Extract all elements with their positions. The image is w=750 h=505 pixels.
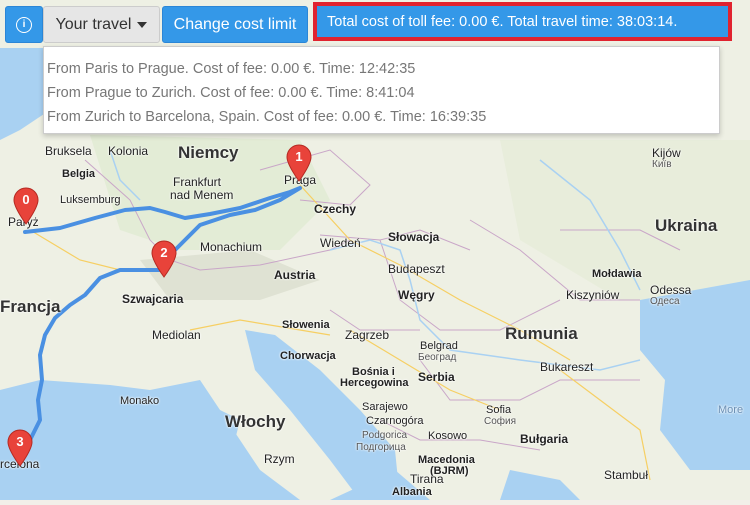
travel-leg-item[interactable]: From Prague to Zurich. Cost of fee: 0.00… (44, 81, 719, 105)
label-francja: Francja (0, 297, 61, 316)
label-kiszyniow: Kiszyniów (566, 288, 620, 302)
travel-leg-item[interactable]: From Paris to Prague. Cost of fee: 0.00 … (44, 57, 719, 81)
label-bukareszt: Bukareszt (540, 360, 594, 374)
label-moldawia: Mołdawia (592, 268, 642, 280)
info-button[interactable]: i (5, 6, 43, 43)
label-monachium: Monachium (200, 240, 263, 254)
caret-down-icon (137, 21, 148, 28)
label-sofia-cyr: София (484, 416, 517, 427)
label-kosowo: Kosowo (428, 430, 468, 442)
total-summary: Total cost of toll fee: 0.00 €. Total tr… (313, 2, 732, 41)
label-bruksela: Bruksela (45, 144, 92, 158)
label-monako: Monako (120, 395, 160, 407)
label-morze: More (718, 404, 744, 416)
label-kijow-cyr: Київ (652, 159, 672, 170)
marker-0[interactable]: 0 (13, 187, 39, 225)
label-bosnia-2: Hercegowina (340, 377, 409, 389)
change-cost-limit-label: Change cost limit (173, 15, 297, 33)
label-podgorica: Podgorica (362, 430, 408, 441)
label-frankfurt-1: Frankfurt (173, 175, 222, 189)
label-stambul: Stambuł (604, 468, 649, 482)
label-podgorica-cyr: Подгорица (356, 442, 406, 453)
label-szwajcaria: Szwajcaria (122, 292, 184, 306)
label-odessa: Odessa (650, 283, 692, 297)
your-travel-dropdown-button[interactable]: Your travel (43, 6, 160, 43)
label-czechy: Czechy (314, 202, 357, 216)
label-budapeszt: Budapeszt (388, 262, 445, 276)
label-slowenia: Słowenia (282, 319, 330, 331)
label-austria: Austria (274, 268, 316, 282)
label-odessa-cyr: Одеса (650, 296, 680, 307)
marker-2-label: 2 (160, 245, 168, 260)
info-icon: i (16, 16, 32, 33)
label-albania: Albania (392, 486, 432, 498)
label-tirana: Tirana (410, 472, 444, 486)
label-sarajewo: Sarajewo (362, 401, 408, 413)
label-czarnogora: Czarnogóra (366, 415, 424, 427)
label-wegry: Węgry (398, 288, 435, 302)
marker-1-label: 1 (295, 149, 303, 164)
change-cost-limit-button[interactable]: Change cost limit (162, 6, 308, 43)
toolbar: i Your travel Change cost limit Total co… (0, 0, 750, 48)
label-luksemburg: Luksemburg (60, 194, 121, 206)
your-travel-label: Your travel (55, 15, 132, 33)
label-bulgaria: Bułgaria (520, 432, 569, 446)
total-summary-text: Total cost of toll fee: 0.00 €. Total tr… (327, 13, 678, 30)
label-belgia: Belgia (62, 168, 96, 180)
label-ukraina: Ukraina (655, 216, 718, 235)
label-sofia: Sofia (486, 404, 512, 416)
label-frankfurt-2: nad Menem (170, 188, 234, 202)
label-zagrzeb: Zagrzeb (345, 328, 390, 342)
marker-1[interactable]: 1 (286, 144, 312, 182)
label-mediolan: Mediolan (152, 328, 201, 342)
travel-leg-item[interactable]: From Zurich to Barcelona, Spain. Cost of… (44, 105, 719, 129)
label-rumunia: Rumunia (505, 324, 578, 343)
label-wieden: Wiedeń (320, 236, 361, 250)
label-slowacja: Słowacja (388, 230, 440, 244)
label-belgrad: Belgrad (420, 340, 458, 352)
label-serbia: Serbia (418, 370, 455, 384)
label-wlochy: Włochy (225, 412, 286, 431)
marker-3-label: 3 (16, 434, 24, 449)
label-niemcy: Niemcy (178, 143, 239, 162)
marker-3[interactable]: 3 (7, 429, 33, 467)
marker-2[interactable]: 2 (151, 240, 177, 278)
marker-0-label: 0 (22, 192, 30, 207)
label-chorwacja: Chorwacja (280, 350, 336, 362)
label-belgrad-cyr: Београд (418, 352, 457, 363)
label-kijow: Kijów (652, 146, 681, 160)
label-rzym: Rzym (264, 452, 295, 466)
travel-legs-dropdown: From Paris to Prague. Cost of fee: 0.00 … (43, 46, 720, 134)
label-kolonia: Kolonia (108, 144, 149, 158)
